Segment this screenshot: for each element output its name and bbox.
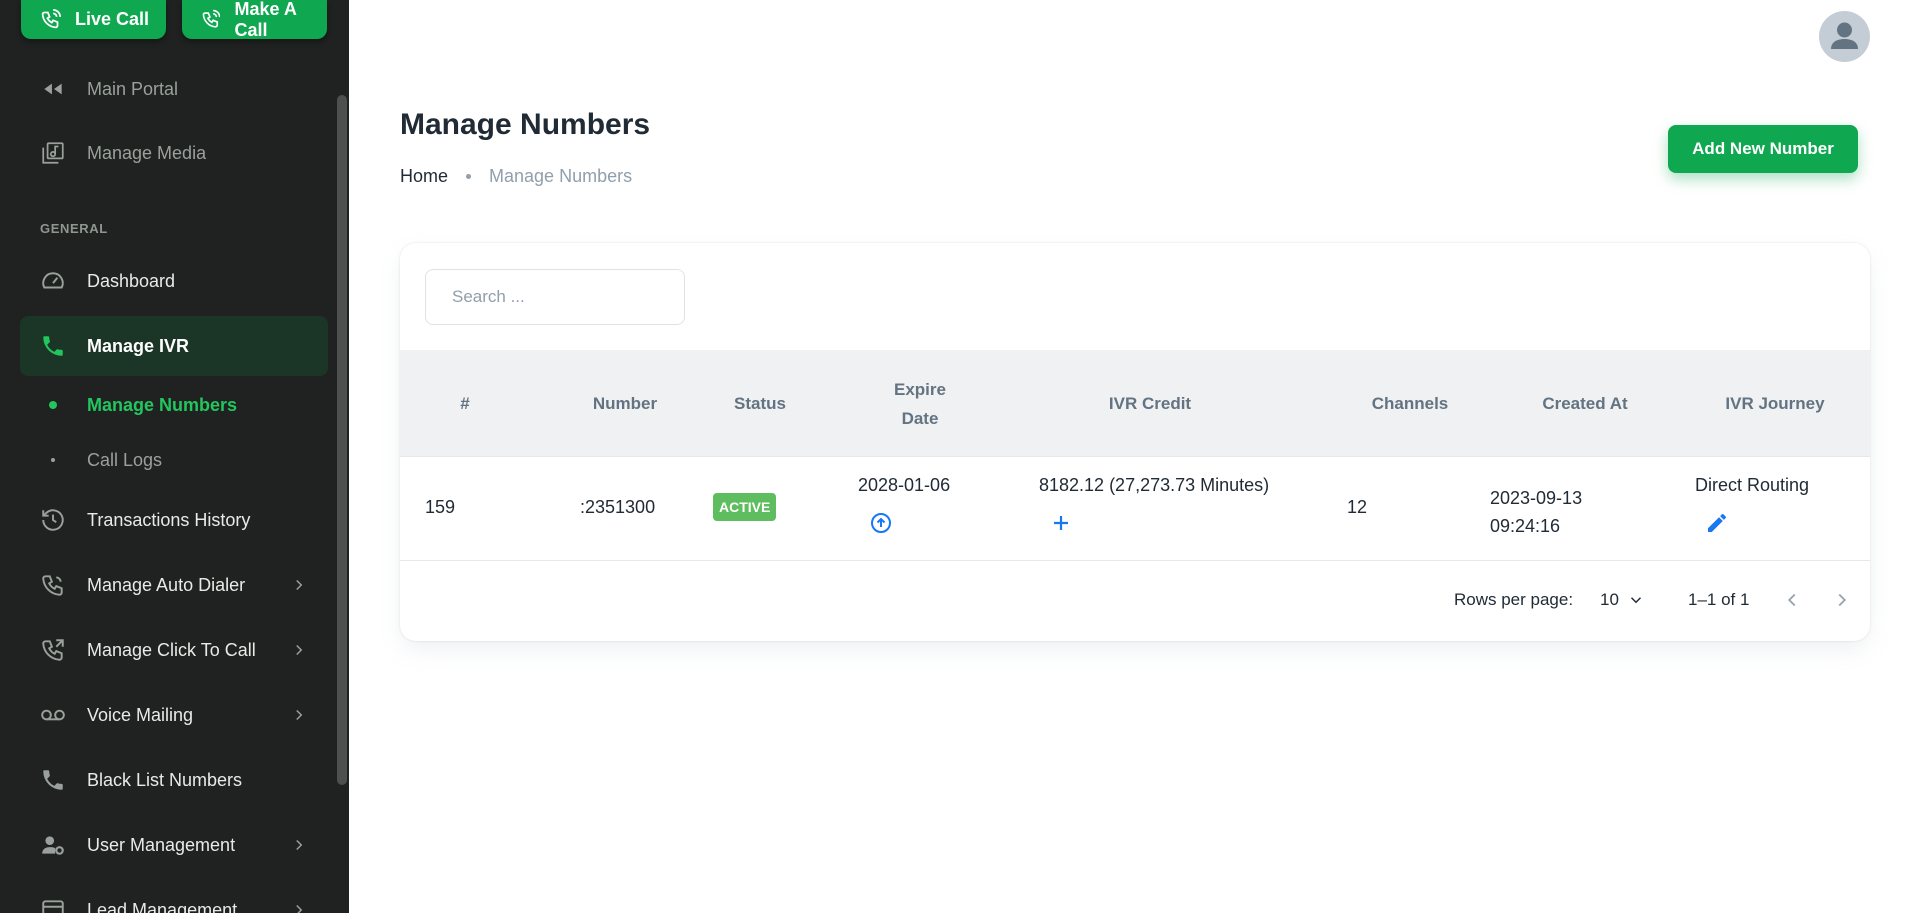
cell-expire-date: 2028-01-06	[858, 475, 951, 495]
sidebar-item-dashboard[interactable]: Dashboard	[20, 251, 328, 311]
live-call-button[interactable]: Live Call	[21, 0, 166, 39]
sidebar-item-label: Main Portal	[87, 78, 179, 99]
breadcrumb: Home Manage Numbers	[400, 166, 632, 187]
add-new-number-button[interactable]: Add New Number	[1668, 125, 1858, 173]
rows-per-page-label: Rows per page:	[1454, 590, 1574, 609]
table-pagination: Rows per page: 10 1–1 of 1	[400, 561, 1870, 641]
column-header-ivr-journey[interactable]: IVR Journey	[1695, 350, 1855, 457]
cell-created-at: 2023-09-13 09:24:16	[1490, 484, 1582, 540]
sidebar-item-user-management[interactable]: User Management	[20, 815, 328, 875]
pagination-range: 1–1 of 1	[1688, 590, 1750, 609]
lead-icon	[40, 897, 66, 913]
cell-ivr-journey: Direct Routing	[1695, 475, 1810, 495]
phone-call-icon	[202, 9, 221, 28]
voicemail-icon	[40, 702, 66, 728]
bullet-icon	[51, 458, 55, 462]
sidebar-item-label: Lead Management	[87, 899, 238, 913]
sidebar-item-manage-auto-dialer[interactable]: Manage Auto Dialer	[20, 555, 328, 615]
sidebar-subitem-manage-numbers[interactable]: Manage Numbers	[20, 383, 328, 427]
sidebar-subitem-call-logs[interactable]: Call Logs	[20, 438, 328, 482]
column-header-expire-line1: Expire	[894, 379, 946, 399]
chevron-down-icon	[1630, 597, 1641, 604]
add-credit-icon[interactable]	[1049, 511, 1073, 535]
sidebar-item-label: Manage Click To Call	[87, 639, 256, 660]
sidebar-item-main-portal[interactable]: Main Portal	[20, 59, 328, 119]
sidebar-subitem-label: Manage Numbers	[87, 394, 238, 415]
sidebar-item-label: Manage IVR	[87, 335, 190, 356]
media-library-icon	[40, 140, 66, 166]
sidebar-item-label: Black List Numbers	[87, 769, 243, 790]
live-call-label: Live Call	[75, 9, 150, 29]
cell-created-date: 2023-09-13	[1490, 488, 1583, 508]
chevron-right-icon	[296, 579, 303, 591]
column-header-ivr-credit[interactable]: IVR Credit	[1000, 350, 1300, 457]
cell-created-time: 09:24:16	[1490, 516, 1561, 536]
breadcrumb-home[interactable]: Home	[400, 166, 448, 187]
edit-pencil-icon[interactable]	[1705, 511, 1729, 535]
sidebar-item-voice-mailing[interactable]: Voice Mailing	[20, 685, 328, 745]
chevron-right-icon[interactable]	[1831, 589, 1853, 611]
column-header-number[interactable]: Number	[565, 350, 685, 457]
page-title: Manage Numbers	[400, 108, 651, 141]
chevron-left-icon[interactable]	[1781, 589, 1803, 611]
rewind-icon	[40, 76, 66, 102]
cell-id: 159	[425, 497, 456, 517]
chevron-right-icon	[296, 904, 303, 913]
table-header: # Number Status Expire Date IVR Credit C…	[400, 350, 1870, 457]
table-row: 159 :2351300 ACTIVE 2028-01-06 8182.12 (…	[400, 457, 1870, 561]
sidebar: Live Call Make A Call Main Portal Manage…	[0, 0, 349, 913]
column-header-status[interactable]: Status	[705, 350, 815, 457]
make-call-button[interactable]: Make A Call	[182, 0, 327, 40]
column-header-id[interactable]: #	[425, 350, 505, 457]
phone-icon	[40, 767, 66, 793]
section-label-general: GENERAL	[40, 221, 108, 236]
breadcrumb-separator	[466, 174, 472, 179]
avatar[interactable]	[1819, 11, 1870, 62]
column-header-created-at[interactable]: Created At	[1505, 350, 1665, 457]
sidebar-item-label: Manage Media	[87, 142, 207, 163]
sidebar-item-label: User Management	[87, 834, 236, 855]
sidebar-item-manage-ivr[interactable]: Manage IVR	[20, 316, 328, 376]
sidebar-subitem-label: Call Logs	[87, 449, 163, 470]
user-gear-icon	[40, 832, 66, 858]
sidebar-item-black-list-numbers[interactable]: Black List Numbers	[20, 750, 328, 810]
sidebar-item-label: Voice Mailing	[87, 704, 194, 725]
user-icon	[1831, 22, 1858, 49]
sidebar-scrollbar[interactable]	[337, 95, 347, 785]
column-header-expire-line2: Date	[901, 408, 939, 428]
numbers-card: # Number Status Expire Date IVR Credit C…	[400, 243, 1870, 641]
dashboard-icon	[40, 268, 66, 294]
sidebar-item-manage-click-to-call[interactable]: Manage Click To Call	[20, 620, 328, 680]
phone-call-icon	[41, 9, 61, 29]
chevron-right-icon	[296, 644, 303, 656]
chevron-right-icon	[296, 709, 303, 721]
make-call-label: Make A Call	[234, 0, 297, 40]
breadcrumb-current: Manage Numbers	[489, 166, 633, 186]
bullet-icon	[49, 401, 57, 409]
cell-channels: 12	[1347, 497, 1368, 517]
search-input[interactable]	[425, 269, 685, 325]
sidebar-item-label: Manage Auto Dialer	[87, 574, 246, 595]
sidebar-item-label: Transactions History	[87, 509, 251, 530]
renew-upload-icon[interactable]	[869, 511, 893, 535]
chevron-right-icon	[296, 839, 303, 851]
rows-per-page-select[interactable]: 10	[1600, 590, 1645, 610]
history-icon	[40, 507, 66, 533]
phone-icon	[40, 333, 66, 359]
cell-number: :2351300	[580, 497, 656, 517]
sidebar-item-manage-media[interactable]: Manage Media	[20, 123, 328, 183]
rows-per-page-value: 10	[1600, 590, 1619, 609]
sidebar-item-label: Dashboard	[87, 270, 176, 291]
auto-dialer-icon	[40, 572, 66, 598]
cell-ivr-credit: 8182.12 (27,273.73 Minutes)	[1039, 475, 1270, 495]
status-badge: ACTIVE	[713, 493, 777, 521]
column-header-expire-date[interactable]: Expire Date	[860, 350, 980, 457]
sidebar-item-lead-management[interactable]: Lead Management	[20, 880, 328, 913]
click-to-call-icon	[40, 637, 66, 663]
column-header-channels[interactable]: Channels	[1330, 350, 1490, 457]
sidebar-item-transactions-history[interactable]: Transactions History	[20, 490, 328, 550]
